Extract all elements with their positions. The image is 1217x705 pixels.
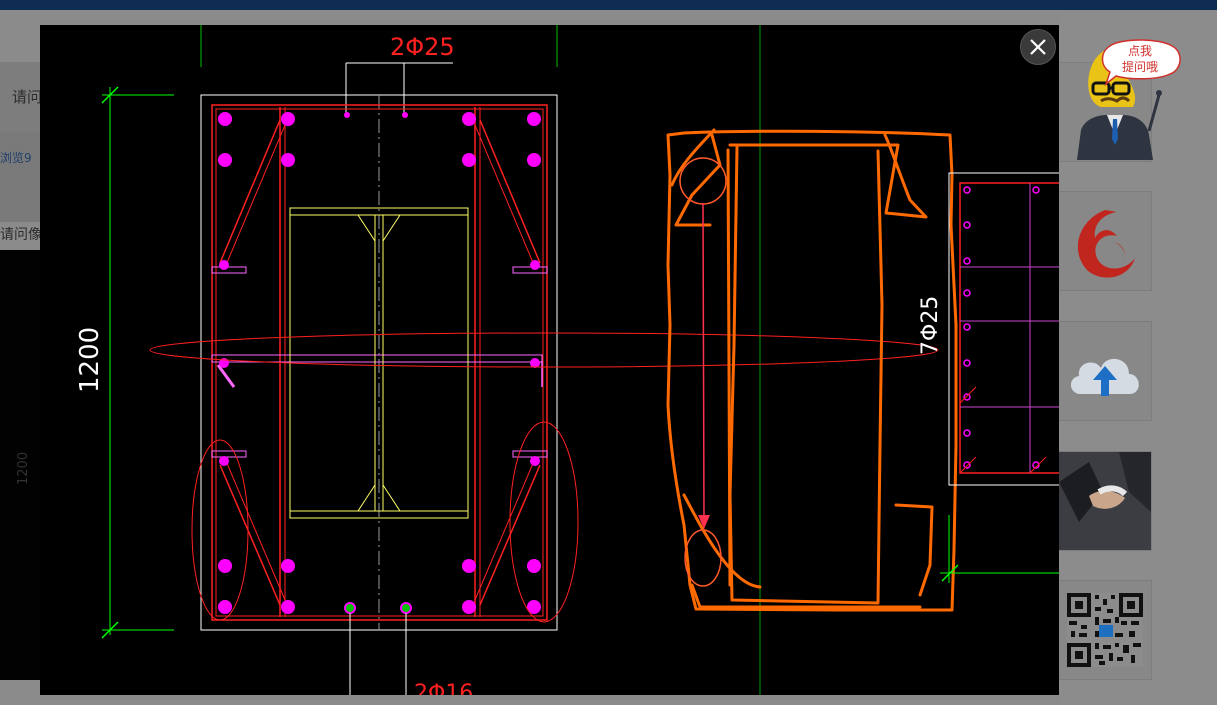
top-rebar-label: 2Φ25 <box>390 33 455 61</box>
upload-tile[interactable] <box>1059 321 1152 421</box>
qr-code-tile[interactable] <box>1059 580 1152 680</box>
flame-logo-icon <box>1077 210 1135 278</box>
bubble-line-2: 提问哦 <box>1121 60 1158 74</box>
qr-code-icon <box>1067 593 1143 667</box>
cloud-upload-icon <box>1070 358 1139 396</box>
image-viewer: 2Φ25 1200 2Φ16 7Φ25 <box>40 25 1059 695</box>
ask-bubble-text[interactable]: 点我 提问哦 <box>1112 43 1168 75</box>
cad-drawing: 2Φ25 1200 2Φ16 7Φ25 <box>75 25 1059 695</box>
close-icon <box>1030 39 1046 55</box>
handshake-photo-icon <box>1059 452 1151 550</box>
question-title-fragment: 请问 <box>12 88 43 106</box>
question-body-strip <box>0 132 40 222</box>
brand-logo-tile[interactable] <box>1059 191 1152 291</box>
background-dimension-label: 1200 <box>16 451 31 485</box>
top-navigation-bar <box>0 0 1217 10</box>
bubble-line-1: 点我 <box>1127 44 1152 58</box>
height-dimension: 1200 <box>75 327 105 393</box>
close-viewer-button[interactable] <box>1020 29 1056 65</box>
question-text-fragment: 请问像 <box>0 227 42 243</box>
partner-tile[interactable] <box>1059 451 1152 551</box>
bottom-rebar-label: 2Φ16 <box>414 681 473 695</box>
view-count-link[interactable]: 浏览9 <box>0 149 32 166</box>
side-rebar-label: 7Φ25 <box>918 296 943 355</box>
